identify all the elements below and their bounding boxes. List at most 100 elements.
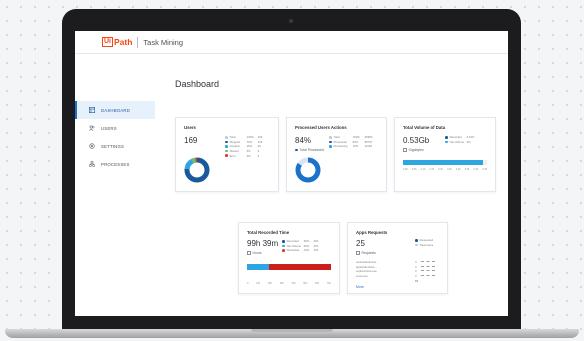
legend-pct: 0.01% [466, 135, 475, 140]
axis-tick-label: 20h [267, 282, 272, 285]
app-name: explorerhost.exe [356, 269, 377, 274]
axis-tick-label: 0.20 [438, 168, 443, 171]
axis-tick-label: 0.40 [473, 168, 479, 171]
axis-tick-label: 10h [256, 282, 261, 285]
list-total-row: 16 [356, 278, 442, 283]
volume-axis: 0.00 0.05 0.10 0.15 0.20 0.25 0.30 0.35 0.40 0.45 [403, 168, 487, 172]
laptop-notch [251, 329, 333, 332]
legend-pct: 100% [246, 135, 254, 140]
legend-pct: 30% [303, 239, 310, 244]
legend-label: Stopped [229, 139, 241, 144]
axis-tick-label: 0.25 [447, 168, 452, 171]
legend-label: Requested [419, 238, 434, 243]
legend-label: Total [229, 135, 236, 140]
sidebar-item-settings[interactable]: SETTINGS [75, 137, 155, 155]
time-bar-net-segment [247, 264, 269, 270]
sidebar-item-processes[interactable]: PROCESSES [75, 155, 155, 173]
legend-pct: 19% [246, 144, 253, 149]
legend-pct: 79% [246, 139, 253, 144]
legend-row: Total 100% 169 [225, 135, 262, 140]
card-title: Total Volume of Data [403, 125, 446, 130]
apps-unit: Requests [356, 251, 376, 255]
legend-count: 129 [257, 139, 263, 144]
recorded-time-card[interactable]: Total Recorded Time 99h 39m Hours Record… [238, 222, 340, 294]
page-title: Dashboard [175, 79, 220, 89]
sidebar-item-users[interactable]: USERS [75, 119, 155, 137]
processed-actions-card[interactable]: Processed Users Actions 84% Total Proces… [286, 117, 387, 192]
actions-legend: Total 100% 69950 Processed 84% 58797 Process… [329, 135, 372, 149]
legend-dot [329, 136, 332, 139]
users-card[interactable]: Users 169 Total 100% 169 Stopped 79% 129 Cre… [175, 117, 279, 192]
card-title: Processed Users Actions [295, 125, 347, 130]
legend-dot [282, 244, 285, 248]
legend-row: Discarded 44% 44h [282, 248, 318, 253]
legend-dot [295, 148, 298, 152]
volume-card[interactable]: Total Volume of Data 0.53Gb Gigabytes Re… [394, 117, 496, 192]
app-bar [421, 265, 435, 268]
unit-box-icon [247, 251, 251, 255]
legend-count: 5 [257, 153, 260, 158]
sidebar-item-label: SETTINGS [101, 143, 125, 149]
more-link[interactable]: More [356, 285, 364, 289]
legend-label: Net Volume [449, 139, 465, 144]
legend-dot [225, 154, 228, 157]
legend-dot [225, 136, 228, 139]
apps-requests-value: 25 [356, 239, 365, 248]
app-name: excel.exe [356, 274, 368, 279]
axis-tick-label: 60h [315, 282, 320, 285]
axis-tick-label: 40h [291, 282, 296, 285]
sidebar-item-dashboard[interactable]: DASHBOARD [75, 101, 155, 119]
legend-count: 69950 [364, 135, 373, 140]
legend-dot [225, 140, 228, 144]
legend-pct: 5% [246, 149, 251, 154]
users-count: 169 [184, 136, 198, 145]
legend-dot [282, 249, 285, 252]
legend-label: Discarded [286, 248, 300, 253]
legend-pct: 16% [352, 144, 359, 149]
legend-dot [445, 136, 448, 139]
legend-label: Total [333, 135, 340, 140]
legend-dot [329, 145, 332, 148]
time-axis: 0 10h 20h 30h 40h 50h 60h 70h [247, 282, 331, 286]
apps-legend: Requested Total users [415, 238, 433, 247]
card-title: Users [184, 125, 196, 130]
legend-dot [415, 239, 418, 242]
unit-box-icon [356, 251, 360, 255]
legend-dot [445, 140, 448, 144]
legend-pct: 44% [303, 248, 310, 253]
legend-dot [329, 140, 332, 144]
legend-count: 169 [257, 135, 263, 140]
axis-tick-label: 50h [303, 282, 308, 285]
legend-row: Net Volume 26% 26h [282, 244, 318, 249]
legend-row: Error 3% 5 [225, 153, 262, 158]
legend-pct: 84% [352, 139, 359, 144]
legend-pct: 100% [352, 135, 360, 140]
logo-suffix: Path [114, 37, 133, 47]
legend-count: 30h [313, 239, 319, 244]
legend-label: Started [229, 149, 239, 154]
axis-tick-label: 0.15 [429, 168, 435, 171]
app-screen: Ui Path Task Mining DASHBOARD USERS SETT… [75, 31, 508, 316]
apps-requests-card[interactable]: Apps Requests 25 Requests Requested Tota… [347, 222, 448, 294]
legend-count: 58797 [364, 139, 373, 144]
axis-tick-label: 0.30 [455, 168, 461, 171]
sidebar-item-label: PROCESSES [101, 161, 130, 167]
axis-tick-label: 0 [247, 282, 249, 285]
legend-label: Total users [419, 242, 434, 247]
processed-sub-label: Total Processed [295, 148, 324, 152]
volume-legend: Recorded 0.01% Net Volume 4% [445, 135, 475, 144]
logo-divider [137, 36, 139, 48]
users-legend: Total 100% 169 Stopped 79% 129 Created 19% 26 … [225, 135, 262, 158]
apps-total: 16 [415, 278, 419, 283]
dashboard-icon [89, 107, 95, 113]
legend-row: Net Volume 4% [445, 140, 475, 145]
legend-row: Recorded 0.01% [445, 135, 475, 140]
legend-row: Stopped 79% 129 [225, 140, 262, 145]
legend-dot [415, 243, 418, 247]
legend-label: Processing [333, 144, 348, 149]
app-name: Task Mining [143, 37, 184, 47]
legend-dot [282, 240, 285, 243]
sub-label-text: Total Processed [299, 148, 324, 152]
unit-box-icon [403, 148, 407, 152]
logo-prefix: Ui [102, 37, 113, 47]
